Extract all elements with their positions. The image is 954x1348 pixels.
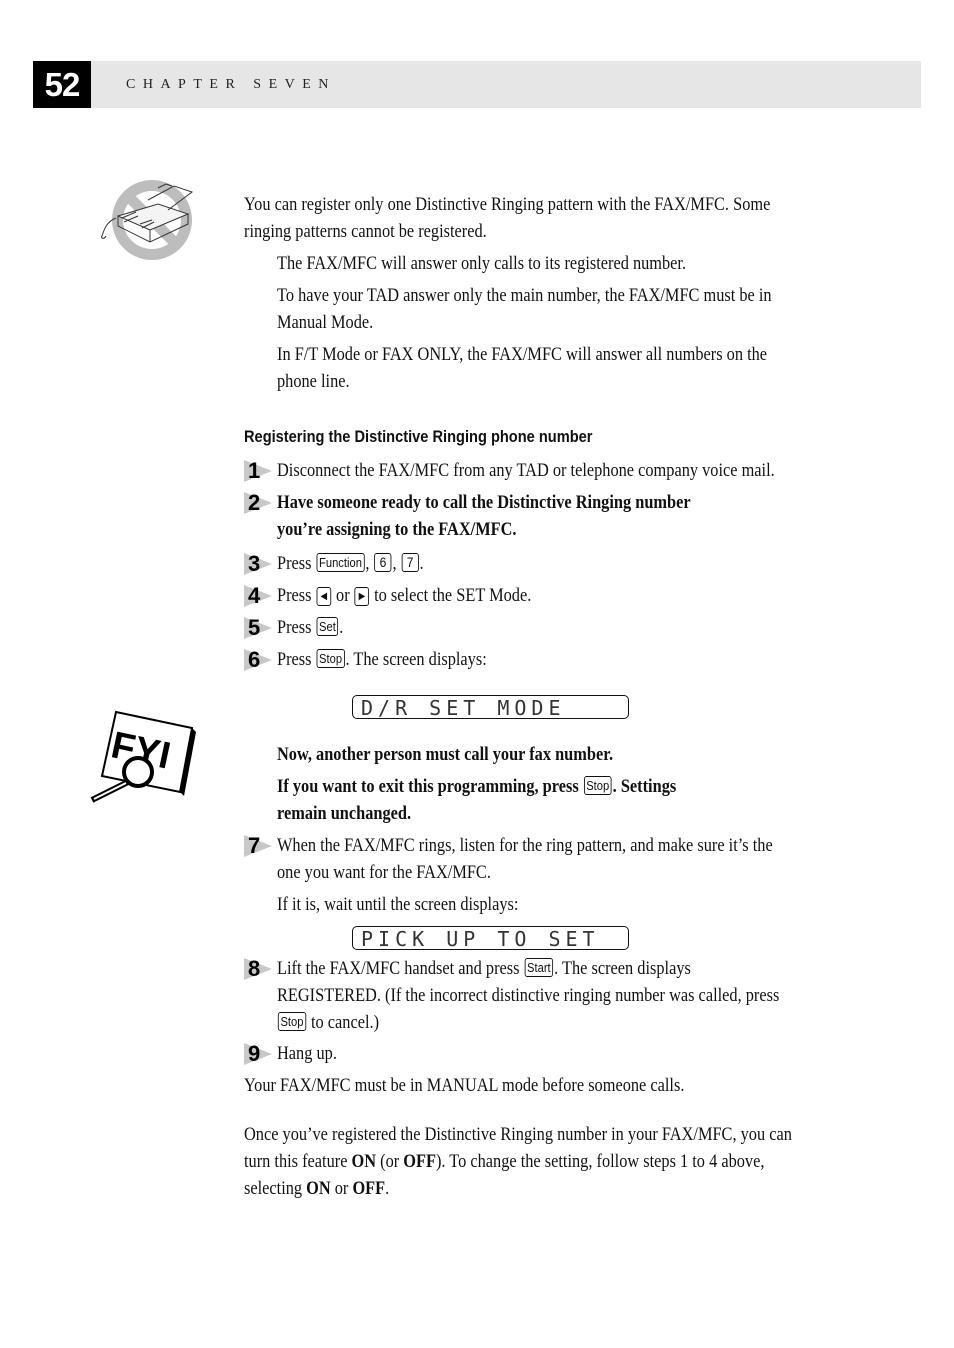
stop-key: Stop [277,1012,307,1031]
note-text: Manual Mode. [277,312,374,333]
on-setting: ON [306,1178,331,1199]
paragraph-text: Once you’ve registered the Distinctive R… [244,1124,792,1145]
lcd-display-pick-up-to-set: PICK UP TO SET [352,926,629,951]
note-text: Your FAX/MFC must be in MANUAL mode befo… [244,1075,685,1096]
step-6-text: Press Stop. The screen displays: [277,646,521,673]
step-text: . The screen displays [554,958,691,979]
step-7-followup: If it is, wait until the screen displays… [277,891,558,918]
stop-key: Stop [583,776,612,795]
step-text: Press [277,585,312,606]
punctuation: . [419,553,424,574]
step-2-text: Have someone ready to call the Distincti… [277,489,758,543]
punctuation: . [339,617,344,638]
set-key: Set [316,617,339,636]
step-text: Press [277,617,312,638]
step-3-text: Press Function, 6, 7. [277,550,448,577]
right-arrow-key-icon: ▶ [354,587,370,606]
step-text: you’re assigning to the FAX/MFC. [277,519,517,540]
lcd-display-dr-set-mode: D/R SET MODE [352,695,629,720]
step-9-text: Hang up. [277,1040,347,1067]
separator: , [392,553,397,574]
note-text: . Settings [612,776,677,797]
step-number-4: 4 [244,583,274,609]
note-text: To have your TAD answer only the main nu… [277,285,772,306]
left-arrow-key-icon: ◀ [316,587,332,606]
note-text: If you want to exit this programming, pr… [277,776,579,797]
separator: , [365,553,370,574]
off-setting: OFF [403,1151,436,1172]
step-number-3: 3 [244,551,274,577]
step-text: REGISTERED. (If the incorrect distinctiv… [277,985,780,1006]
step-number-1: 1 [244,458,274,484]
chapter-title: CHAPTER SEVEN [126,77,336,92]
paragraph-text: turn this feature [244,1151,348,1172]
intro-line-2: ringing patterns cannot be registered. [244,221,487,242]
stop-key: Stop [316,649,345,668]
step-text: Press [277,649,312,670]
section-heading-text: Registering the Distinctive Ringing phon… [244,427,593,446]
step-number-6: 6 [244,647,274,673]
step-7-text: When the FAX/MFC rings, listen for the r… [277,832,853,886]
step-text: Have someone ready to call the Distincti… [277,492,691,513]
off-setting: OFF [352,1178,386,1199]
step-number-8: 8 [244,956,274,982]
intro-paragraph: You can register only one Distinctive Ri… [244,191,856,245]
fax-machine-prohibited-icon [101,180,194,260]
note-ft-mode: In F/T Mode or FAX ONLY, the FAX/MFC wil… [277,341,847,395]
note-text: The FAX/MFC will answer only calls to it… [277,253,687,274]
paragraph-text: or [334,1178,349,1199]
fyi-note-exit: If you want to exit this programming, pr… [277,773,741,827]
step-8-text: Lift the FAX/MFC handset and press Start… [277,955,861,1036]
note-text: remain unchanged. [277,803,412,824]
step-number-9: 9 [244,1041,274,1067]
step-text: If it is, wait until the screen displays… [277,894,519,915]
step-text: Lift the FAX/MFC handset and press [277,958,520,979]
fyi-note-call-fax: Now, another person must call your fax n… [277,741,668,768]
closing-paragraph: Once you’ve registered the Distinctive R… [244,1121,881,1202]
note-tad-manual-mode: To have your TAD answer only the main nu… [277,282,852,336]
key-6: 6 [374,553,392,572]
note-registered-number: The FAX/MFC will answer only calls to it… [277,250,753,277]
step-number-7: 7 [244,833,274,859]
paragraph-text: ). To change the setting, follow steps 1… [435,1151,765,1172]
manual-mode-note: Your FAX/MFC must be in MANUAL mode befo… [244,1072,756,1099]
step-number-2: 2 [244,490,274,516]
key-7: 7 [401,553,419,572]
step-5-text: Press Set. [277,614,354,641]
step-text: or [336,585,350,606]
on-setting: ON [351,1151,377,1172]
intro-line-1: You can register only one Distinctive Ri… [244,194,771,215]
step-text: When the FAX/MFC rings, listen for the r… [277,835,773,856]
step-4-text: Press ◀ or ▶ to select the SET Mode. [277,582,573,609]
step-number-5: 5 [244,615,274,641]
step-text: . The screen displays: [345,649,487,670]
step-text: Press [277,553,312,574]
step-text: to cancel.) [310,1012,380,1033]
step-1-text: Disconnect the FAX/MFC from any TAD or t… [277,457,856,484]
step-text: one you want for the FAX/MFC. [277,862,491,883]
step-text: Disconnect the FAX/MFC from any TAD or t… [277,460,775,481]
start-key: Start [524,958,554,977]
step-text: to select the SET Mode. [374,585,532,606]
note-text: In F/T Mode or FAX ONLY, the FAX/MFC wil… [277,344,768,365]
paragraph-text: . [385,1178,390,1199]
step-text: Hang up. [277,1043,337,1064]
fyi-magnifier-icon: FYI [90,710,196,803]
page-number: 52 [33,61,91,108]
paragraph-text: (or [380,1151,400,1172]
note-text: phone line. [277,371,350,392]
paragraph-text: selecting [244,1178,303,1199]
note-text: Now, another person must call your fax n… [277,744,614,765]
section-heading: Registering the Distinctive Ringing phon… [244,425,649,449]
function-key: Function [316,553,365,572]
